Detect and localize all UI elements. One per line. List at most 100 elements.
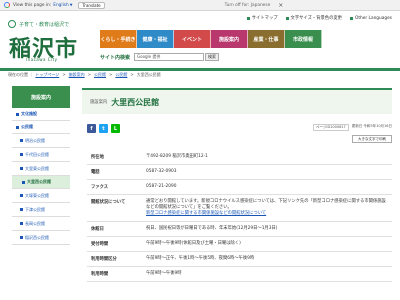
table-row: 電話 0587-32-0903 [87,165,392,180]
print-button[interactable]: 大きな文字で印刷 [352,135,392,143]
table-key: ファクス [91,185,109,190]
utility-links: サイトマップ 文字サイズ・背景色の変更 Other Languages [246,15,392,21]
page-title-box: 施設案内 大里西公民館 [82,88,392,114]
bullet-icon [16,125,19,129]
breadcrumb-current: 大里西公民館 [136,72,161,77]
translate-prompt: View this page in: [13,2,52,8]
city-logo-en: Inazawa City [26,57,58,62]
breadcrumb-sep: > [62,72,66,77]
bullet-icon [22,180,25,184]
sidebar-item[interactable]: 千代田公民館 [12,148,70,162]
sidebar-item[interactable]: 大塚東公民館 [12,189,70,203]
bullet-icon [246,16,250,20]
breadcrumb-link[interactable]: 公民館 [115,72,127,78]
bullet-icon [20,194,23,197]
tagline: 子育て・教育は稲沢で [19,22,70,28]
table-row: ファクス 0587-21-2090 [87,180,392,195]
util-link[interactable]: サイトマップ [246,15,278,21]
chevron-down-icon[interactable]: ▼ [70,3,73,7]
sidebar-item[interactable]: 下津公民館 [12,203,70,217]
sidebar-item-label: 下津公民館 [25,206,45,212]
page-meta: ページID1000617 更新日 令和5年10月16日 [313,124,392,131]
nav-item[interactable]: 産業・仕事 [248,30,285,48]
share-buttons: f t L [87,124,120,133]
city-emblem-icon [8,20,16,28]
table-row: 開館状況について 通常どおり開館しています。新規コロナウイルス感染症については、下… [87,195,392,222]
facebook-icon[interactable]: f [87,124,96,133]
table-key: 休館日 [91,227,104,232]
nav-item[interactable]: 健康・福祉 [137,30,174,48]
table-value-text: 午前9時～午後9時(休館日及び土曜・日曜は除く) [146,241,241,246]
sidebar-title: 施設案内 [12,86,70,108]
table-key: 電話 [91,170,100,175]
nav-item[interactable]: 市政情報 [285,30,322,48]
sidebar-item-label: 文化施設 [21,111,37,116]
site-search: サイト内検索 Google 提供 検索 [100,53,220,61]
bullet-icon [20,153,23,156]
breadcrumb-link[interactable]: トップページ [35,72,59,78]
close-icon[interactable]: × [278,2,283,9]
table-value-text: 午前9時～午後9時 [146,271,182,276]
search-label: サイト内検索 [100,54,131,61]
sidebar-item[interactable]: 稲沢西公民館 [12,231,70,245]
table-value: 〒492-8209 稲沢市奥田町12-1 [142,150,392,164]
table-value-text: 通常どおり開館しています。新規コロナウイルス感染症については、下記リンク先の「新… [146,199,386,210]
table-value: 午前9時～午後9時(休館日及び土曜・日曜は除く) [142,237,392,251]
search-button[interactable]: 検索 [205,53,220,61]
page-updated: 更新日 令和5年10月16日 [351,124,392,128]
sidebar-item-label: 大里東公民館 [25,165,49,171]
table-value: 通常どおり開館しています。新規コロナウイルス感染症については、下記リンク先の「新… [142,195,392,221]
sidebar-item[interactable]: 文化施設 [12,108,70,121]
breadcrumb: 現在の位置 : トップページ > 施設案内 > 公民館 > 公民館 > 大里西公… [8,72,161,78]
sidebar-item[interactable]: 長岡公民館 [12,217,70,231]
page-id: ページID1000617 [313,124,349,131]
table-row: 所在地 〒492-8209 稲沢市奥田町12-1 [87,150,392,165]
line-icon[interactable]: L [111,124,120,133]
translate-button[interactable]: Translate [78,1,105,9]
table-value-text: 〒492-8209 稲沢市奥田町12-1 [146,154,208,159]
table-value-text: 0587-21-2090 [146,184,177,189]
bullet-icon [285,16,289,20]
table-value: 0587-32-0903 [142,165,392,179]
header-divider [0,68,400,71]
bullet-icon [16,112,19,116]
breadcrumb-link[interactable]: 施設案内 [69,72,85,78]
table-key: 開館状況について [91,200,126,205]
sidebar-item-label: 稲沢西公民館 [25,234,49,240]
util-link[interactable]: Other Languages [349,15,392,21]
sidebar-item[interactable]: 公民館 [12,121,70,134]
table-key: 利用時間 [91,272,109,277]
table-row: 休館日 祝日、国民祝日等が日曜日である時、年末年始(12月29日～1月3日) [87,222,392,237]
sidebar-item-label: 長岡公民館 [25,220,45,226]
site-header: 子育て・教育は稲沢で 稲沢市 Inazawa City サイトマップ 文字サイズ… [0,11,400,68]
breadcrumb-link[interactable]: 公民館 [94,72,106,78]
table-value-text: 祝日、国民祝日等が日曜日である時、年末年始(12月29日～1月3日) [146,226,278,231]
nav-item[interactable]: 施設案内 [211,30,248,48]
breadcrumb-sep: > [130,72,134,77]
sidebar-item-label: 明治公民館 [25,137,45,143]
table-row: 受付時間 午前9時～午後9時(休館日及び土曜・日曜は除く) [87,237,392,252]
google-icon [4,2,10,8]
nav-item[interactable]: くらし・手続き [100,30,137,48]
sidebar-item-label: 大塚東公民館 [25,192,49,198]
table-row: 利用時間 午前9時～午後9時 [87,267,392,282]
breadcrumb-sep: > [109,72,113,77]
table-key: 所在地 [91,155,104,160]
sidebar-item[interactable]: 大里東公民館 [12,162,70,176]
search-input[interactable]: Google 提供 [134,53,205,61]
table-row: 利用時間区分 午前9時～正午、午後1時～午後5時、夜間6時～午後9時 [87,252,392,267]
twitter-icon[interactable]: t [99,124,108,133]
bullet-icon [20,236,23,239]
table-value-text: 午前9時～正午、午後1時～午後5時、夜間6時～午後9時 [146,256,255,261]
util-link[interactable]: 文字サイズ・背景色の変更 [285,15,342,21]
table-value: 午前9時～午後9時 [142,267,392,281]
bullet-icon [20,222,23,225]
table-link[interactable]: 新型コロナ感染症に関する市関係施設などの開館状況について [146,211,266,216]
nav-item[interactable]: イベント [174,30,211,48]
translate-option[interactable]: Turn off for: Japanese [225,3,271,8]
sidebar-item[interactable]: 明治公民館 [12,134,70,148]
facility-info-table: 所在地 〒492-8209 稲沢市奥田町12-1 電話 0587-32-0903 ファク… [87,150,392,282]
translate-language[interactable]: English [53,3,69,8]
sidebar-item-label: 千代田公民館 [25,151,49,157]
sidebar-item[interactable]: 大里西公民館 [12,176,70,189]
